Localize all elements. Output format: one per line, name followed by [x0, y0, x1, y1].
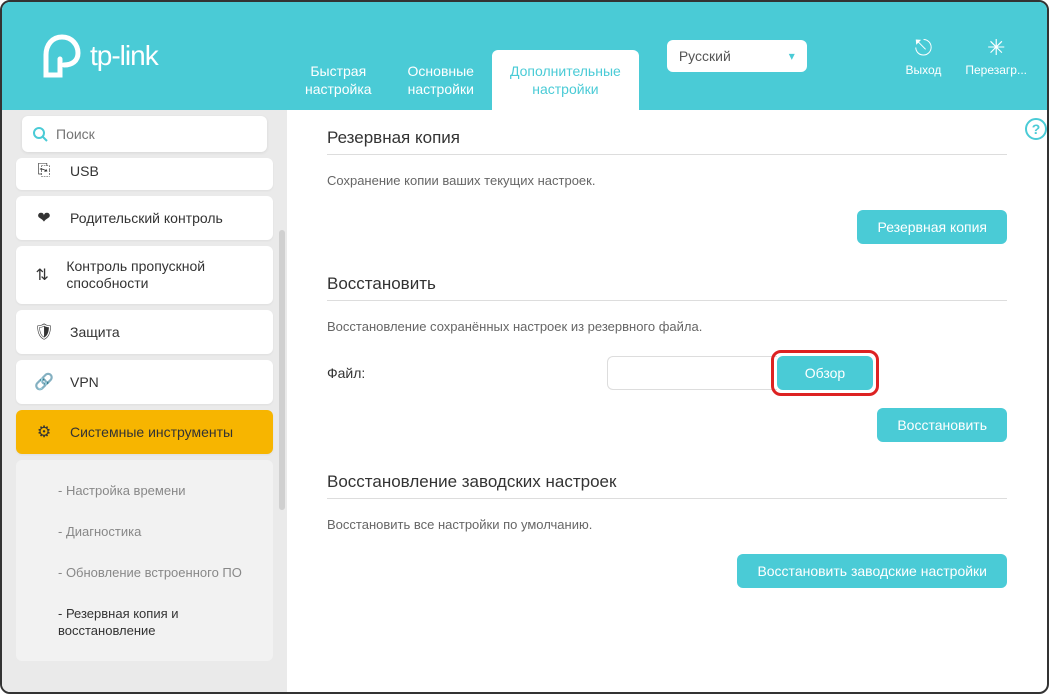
tab-advanced-settings[interactable]: Дополнительные настройки: [492, 50, 639, 110]
tab-label: Дополнительные: [510, 62, 621, 80]
reboot-label: Перезагр...: [965, 63, 1027, 77]
tab-quick-setup[interactable]: Быстрая настройка: [287, 50, 390, 110]
divider: [327, 498, 1007, 499]
heart-icon: ❤: [32, 208, 56, 228]
sidebar-item-label: Контроль пропускной способности: [66, 258, 257, 292]
sidebar: ⎘ USB ❤ Родительский контроль ⇅ Контроль…: [2, 110, 287, 692]
usb-icon: ⎘: [32, 162, 56, 180]
backup-button[interactable]: Резервная копия: [857, 210, 1007, 244]
sidebar-item-label: Защита: [70, 324, 120, 341]
content-area: ? Резервная копия Сохранение копии ваших…: [287, 110, 1047, 692]
arrows-icon: ⇅: [32, 265, 52, 285]
section-description: Сохранение копии ваших текущих настроек.: [327, 173, 1007, 188]
chevron-down-icon: ▾: [789, 49, 795, 63]
sidebar-submenu: - Настройка времени - Диагностика - Обно…: [16, 460, 273, 661]
logout-label: Выход: [905, 63, 941, 77]
sidebar-item-label: VPN: [70, 374, 99, 391]
tplink-logo-icon: [42, 31, 82, 81]
sidebar-item-label: Системные инструменты: [70, 424, 233, 441]
search-box[interactable]: [22, 116, 267, 152]
section-title: Восстановление заводских настроек: [327, 472, 1007, 492]
tab-label: настройка: [305, 80, 372, 98]
link-icon: 🔗: [32, 372, 56, 392]
tab-label: Основные: [408, 62, 474, 80]
section-description: Восстановить все настройки по умолчанию.: [327, 517, 1007, 532]
section-backup: Резервная копия Сохранение копии ваших т…: [327, 128, 1007, 244]
browse-button[interactable]: Обзор: [777, 356, 873, 390]
brand-text: tp-link: [90, 40, 158, 72]
sub-item-diagnostics[interactable]: - Диагностика: [16, 511, 273, 552]
header-actions: ⎋ Выход ✳ Перезагр...: [905, 35, 1027, 77]
sidebar-item-label: USB: [70, 163, 99, 180]
section-description: Восстановление сохранённых настроек из р…: [327, 319, 1007, 334]
search-input[interactable]: [56, 126, 257, 142]
section-title: Восстановить: [327, 274, 1007, 294]
search-icon: [32, 126, 48, 142]
sidebar-item-security[interactable]: 🛡 Защита: [16, 310, 273, 354]
factory-reset-button[interactable]: Восстановить заводские настройки: [737, 554, 1007, 588]
tab-label: настройки: [510, 80, 621, 98]
reboot-icon: ✳: [965, 35, 1027, 61]
language-selector[interactable]: Русский ▾: [667, 40, 807, 72]
tab-label: Быстрая: [305, 62, 372, 80]
shield-icon: 🛡: [32, 322, 56, 342]
file-path-input[interactable]: [607, 356, 777, 390]
main-tabs: Быстрая настройка Основные настройки Доп…: [287, 50, 639, 110]
sidebar-item-usb[interactable]: ⎘ USB: [16, 158, 273, 190]
sub-item-time[interactable]: - Настройка времени: [16, 470, 273, 511]
tab-basic-settings[interactable]: Основные настройки: [390, 50, 492, 110]
gear-icon: ⚙: [32, 422, 56, 442]
logout-icon: ⎋: [905, 35, 941, 61]
file-label: Файл:: [327, 365, 607, 381]
header: tp-link Быстрая настройка Основные настр…: [2, 2, 1047, 110]
reboot-button[interactable]: ✳ Перезагр...: [965, 35, 1027, 77]
section-title: Резервная копия: [327, 128, 1007, 148]
restore-button[interactable]: Восстановить: [877, 408, 1007, 442]
section-factory-reset: Восстановление заводских настроек Восста…: [327, 472, 1007, 588]
divider: [327, 300, 1007, 301]
sub-item-backup-restore[interactable]: - Резервная копия и восстановление: [16, 593, 273, 651]
logout-button[interactable]: ⎋ Выход: [905, 35, 941, 77]
section-restore: Восстановить Восстановление сохранённых …: [327, 274, 1007, 442]
brand-logo: tp-link: [2, 31, 287, 81]
sidebar-item-label: Родительский контроль: [70, 210, 223, 227]
divider: [327, 154, 1007, 155]
help-icon[interactable]: ?: [1025, 118, 1047, 140]
sidebar-item-vpn[interactable]: 🔗 VPN: [16, 360, 273, 404]
sidebar-item-parental[interactable]: ❤ Родительский контроль: [16, 196, 273, 240]
sub-item-firmware[interactable]: - Обновление встроенного ПО: [16, 552, 273, 593]
language-value: Русский: [679, 48, 731, 64]
sidebar-item-bandwidth[interactable]: ⇅ Контроль пропускной способности: [16, 246, 273, 304]
sidebar-item-system-tools[interactable]: ⚙ Системные инструменты: [16, 410, 273, 454]
tab-label: настройки: [408, 80, 474, 98]
sidebar-scrollbar[interactable]: [279, 230, 285, 510]
